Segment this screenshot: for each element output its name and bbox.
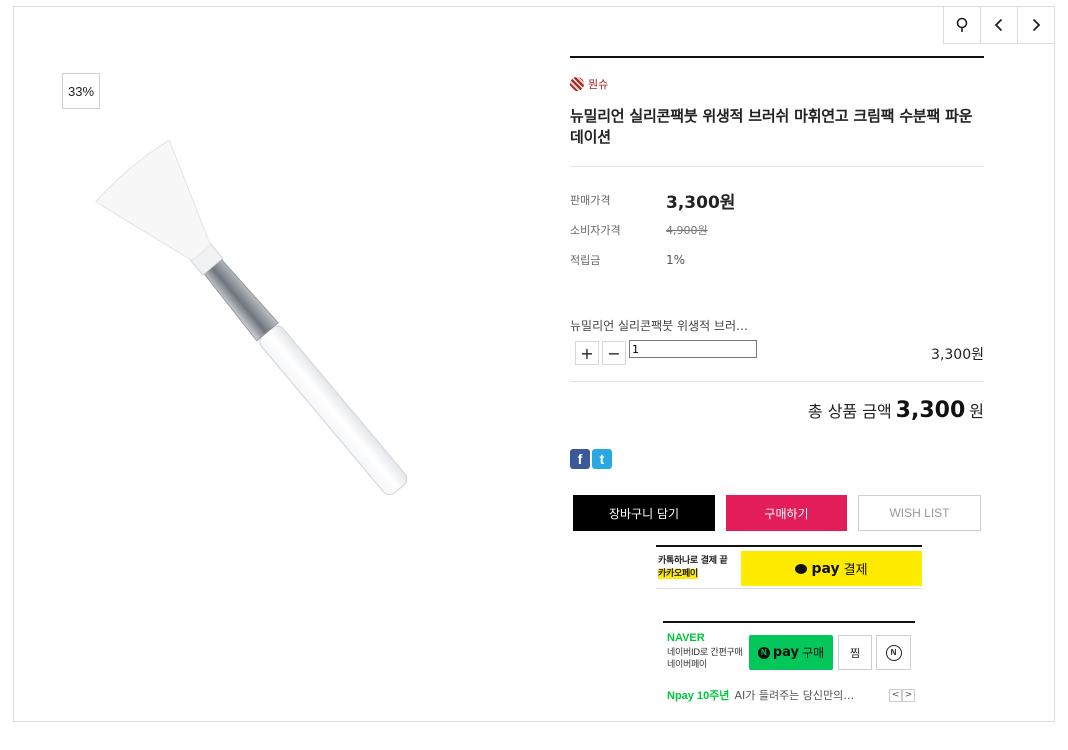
naverpay-widget: NAVER 네이버ID로 간편구매 네이버페이 N pay 구매 찜 N Npa… <box>663 621 915 707</box>
divider <box>570 166 984 167</box>
quantity-plus-button[interactable]: + <box>575 341 599 365</box>
reward-label: 적립금 <box>570 254 601 267</box>
sale-price-row: 판매가격 3,300원 <box>570 185 984 215</box>
reward-row: 적립금 1% <box>570 245 984 275</box>
buy-now-button[interactable]: 구매하기 <box>726 495 847 531</box>
kakaopay-button[interactable]: pay 결제 <box>741 551 922 586</box>
total-price: 총 상품 금액 3,300 원 <box>570 398 984 423</box>
wish-list-button[interactable]: WISH LIST <box>858 495 981 531</box>
talktalk-icon: N <box>885 644 902 661</box>
quantity-input[interactable] <box>629 340 757 358</box>
action-buttons: 장바구니 담기 구매하기 WISH LIST <box>570 495 984 531</box>
sns-share: f t <box>570 449 984 469</box>
naverpay-buy-button[interactable]: N pay 구매 <box>749 635 833 670</box>
option-name: 뉴밀리언 실리콘팩붓 위생적 브러… <box>570 319 749 333</box>
price-table: 판매가격 3,300원 소비자가격 4,900원 적립금 1% <box>570 185 984 275</box>
npay-buy-label: 구매 <box>802 646 825 660</box>
reward-value: 1% <box>666 253 686 267</box>
npay-logo-icon: N <box>757 646 770 659</box>
sale-price-label: 판매가격 <box>570 194 611 207</box>
kakaopay-label: 결제 <box>843 563 868 578</box>
kakaopay-promo-line1: 카톡하나로 결제 끝 <box>658 556 728 566</box>
naver-brand: NAVER <box>667 632 705 644</box>
chevron-right-icon <box>1032 18 1041 32</box>
quantity-minus-button[interactable]: − <box>602 341 626 365</box>
npay-anniversary-label: Npay 10주년 <box>667 690 730 702</box>
search-button[interactable] <box>943 7 980 44</box>
consumer-price-value: 4,900원 <box>666 224 708 237</box>
next-product-button[interactable] <box>1017 7 1054 44</box>
consumer-price-row: 소비자가격 4,900원 <box>570 215 984 245</box>
npay-label: pay <box>772 645 800 660</box>
kakaopay-pay-label: pay <box>811 560 840 577</box>
product-image <box>94 139 408 496</box>
consumer-price-label: 소비자가격 <box>570 224 621 237</box>
product-info: 뭔슈 뉴밀리언 실리콘팩붓 위생적 브러쉬 마휘연고 크림팩 수분팩 파운데이션… <box>570 56 984 531</box>
kakaopay-widget: 카톡하나로 결제 끝 카카오페이 pay 결제 <box>656 545 922 589</box>
chevron-left-icon <box>994 18 1003 32</box>
banner-next-button[interactable]: > <box>902 688 915 702</box>
kakaopay-promo-line2: 카카오페이 <box>658 569 698 579</box>
brand-logo <box>570 77 584 91</box>
sale-price-value: 3,300원 <box>666 192 736 213</box>
total-amount: 3,300 <box>895 398 966 423</box>
total-label: 총 상품 금액 <box>807 402 892 421</box>
add-to-cart-button[interactable]: 장바구니 담기 <box>573 495 715 531</box>
top-divider <box>570 56 984 58</box>
brand-name: 뭔슈 <box>588 78 609 91</box>
product-title: 뉴밀리언 실리콘팩붓 위생적 브러쉬 마휘연고 크림팩 수분팩 파운데이션 <box>570 107 973 146</box>
speech-bubble-icon <box>795 563 808 574</box>
naver-subtext: 네이버ID로 간편구매 네이버페이 <box>667 647 743 671</box>
search-icon <box>956 17 968 32</box>
banner-prev-button[interactable]: < <box>889 688 902 702</box>
naver-zzim-button[interactable]: 찜 <box>838 635 872 670</box>
quantity-row: + − 3,300원 <box>570 340 984 365</box>
top-navigation <box>943 7 1054 44</box>
naver-sub-line2: 네이버페이 <box>667 660 707 670</box>
naver-talktalk-button[interactable]: N <box>876 635 911 670</box>
kakaopay-promo: 카톡하나로 결제 끝 카카오페이 <box>658 555 728 581</box>
total-unit: 원 <box>969 402 984 421</box>
naver-sub-line1: 네이버ID로 간편구매 <box>667 648 743 658</box>
facebook-icon[interactable]: f <box>570 449 590 469</box>
divider <box>570 381 984 382</box>
banner-arrows: < > <box>889 688 915 702</box>
naver-footer: Npay 10주년 AI가 들려주는 당신만의… < > <box>667 687 915 703</box>
discount-badge: 33% <box>62 73 100 109</box>
naver-banner-text[interactable]: AI가 들려주는 당신만의… <box>734 687 884 703</box>
twitter-icon[interactable]: t <box>592 449 612 469</box>
prev-product-button[interactable] <box>980 7 1017 44</box>
option-price: 3,300원 <box>931 347 984 363</box>
brand-row: 뭔슈 <box>570 76 984 92</box>
